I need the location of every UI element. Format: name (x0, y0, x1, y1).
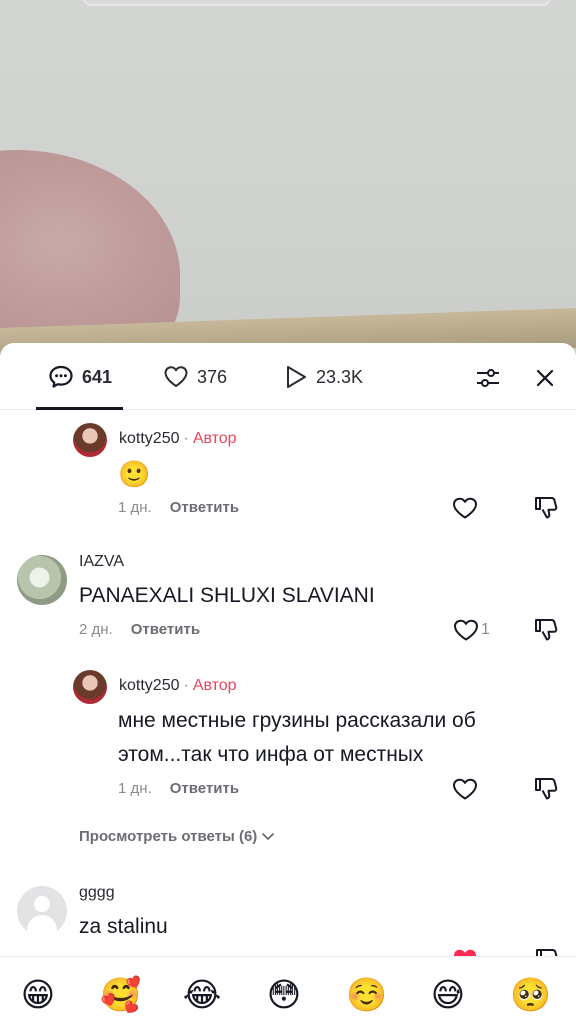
avatar[interactable] (17, 886, 67, 936)
comments-sheet: 641 376 23.3K kotty250 · Автор 🙂 1 дн. О… (0, 343, 576, 1023)
comment-meta: 1 дн. Ответить (118, 499, 239, 516)
heart-icon (453, 497, 477, 519)
heart-icon (453, 778, 477, 800)
sliders-icon (477, 369, 499, 387)
comment-text: za stalinu (79, 915, 168, 938)
emoji-pleading[interactable]: 🥺 (510, 975, 551, 1015)
like-button[interactable] (451, 775, 479, 803)
avatar[interactable] (73, 670, 107, 704)
reply-button[interactable]: Ответить (170, 780, 239, 797)
username-text: kotty250 (119, 430, 180, 447)
heart-icon (164, 366, 188, 387)
comments-header: 641 376 23.3K (0, 343, 576, 410)
author-badge: Автор (192, 677, 237, 694)
comment-username[interactable]: kotty250 · Автор (119, 430, 237, 448)
emoji-flushed[interactable]: 😳 (264, 975, 304, 1015)
reply-button[interactable]: Ответить (131, 621, 200, 638)
comment-username[interactable]: IAZVA (79, 553, 124, 571)
comment-age: 1 дн. (118, 499, 152, 516)
separator-dot: · (183, 677, 189, 694)
emoji-tears-of-joy[interactable]: 😂 (182, 975, 222, 1015)
comments-count: 641 (82, 366, 113, 387)
play-icon (287, 366, 306, 388)
emoji-quick-bar: 😁 🥰 😂 😳 ☺️ 😅 🥺 (0, 956, 576, 1023)
tab-plays[interactable]: 23.3K (284, 363, 363, 391)
emoji-sweat-smile[interactable]: 😅 (428, 975, 468, 1015)
comment-text: PANAEXALI SHLUXI SLAVIANI (79, 584, 375, 607)
dislike-button[interactable] (532, 494, 560, 522)
comment-username[interactable]: kotty250 · Автор (119, 677, 237, 695)
avatar[interactable] (73, 423, 107, 457)
separator-dot: · (183, 430, 189, 447)
reply-button[interactable]: Ответить (170, 499, 239, 516)
comment-age: 1 дн. (118, 780, 152, 797)
default-avatar-body (27, 915, 57, 936)
emoji-smiling-hearts[interactable]: 🥰 (100, 975, 141, 1015)
likes-count: 376 (197, 366, 228, 387)
tab-likes[interactable]: 376 (163, 363, 227, 391)
default-avatar-head (34, 896, 50, 912)
comment-meta: 1 дн. Ответить (118, 780, 239, 797)
chevron-down-icon (262, 832, 275, 840)
close-icon (536, 369, 554, 387)
avatar[interactable] (17, 555, 67, 605)
thumb-down-icon (535, 619, 558, 641)
comment-text-line-1: мне местные грузины рассказали об (118, 709, 476, 732)
like-count: 1 (481, 621, 490, 638)
emoji-smiling[interactable]: ☺️ (346, 975, 387, 1015)
view-replies-label: Просмотреть ответы (6) (79, 828, 258, 845)
author-badge: Автор (192, 430, 237, 447)
plays-count: 23.3K (316, 366, 364, 387)
active-tab-indicator (36, 407, 123, 410)
comment-age: 2 дн. (79, 621, 113, 638)
emoji-grin[interactable]: 😁 (18, 975, 58, 1015)
heart-icon (454, 619, 478, 641)
comment-bubble-icon (49, 365, 73, 388)
tab-comments[interactable]: 641 (48, 363, 112, 391)
video-background[interactable] (0, 0, 576, 360)
username-text: kotty250 (119, 677, 180, 694)
dislike-button[interactable] (532, 775, 560, 803)
thumb-down-icon (535, 497, 558, 519)
search-bar-outline (82, 0, 552, 6)
view-replies-button[interactable]: Просмотреть ответы (6) (79, 828, 275, 845)
comment-username[interactable]: gggg (79, 884, 115, 902)
filter-button[interactable] (475, 365, 501, 391)
like-button[interactable] (452, 616, 480, 644)
comment-meta: 2 дн. Ответить (79, 621, 200, 638)
dislike-button[interactable] (532, 616, 560, 644)
comment-text: 🙂 (118, 459, 151, 489)
thumb-down-icon (535, 778, 558, 800)
comment-text-line-2: этом...так что инфа от местных (118, 743, 424, 766)
close-button[interactable] (532, 365, 558, 391)
like-button[interactable] (451, 494, 479, 522)
